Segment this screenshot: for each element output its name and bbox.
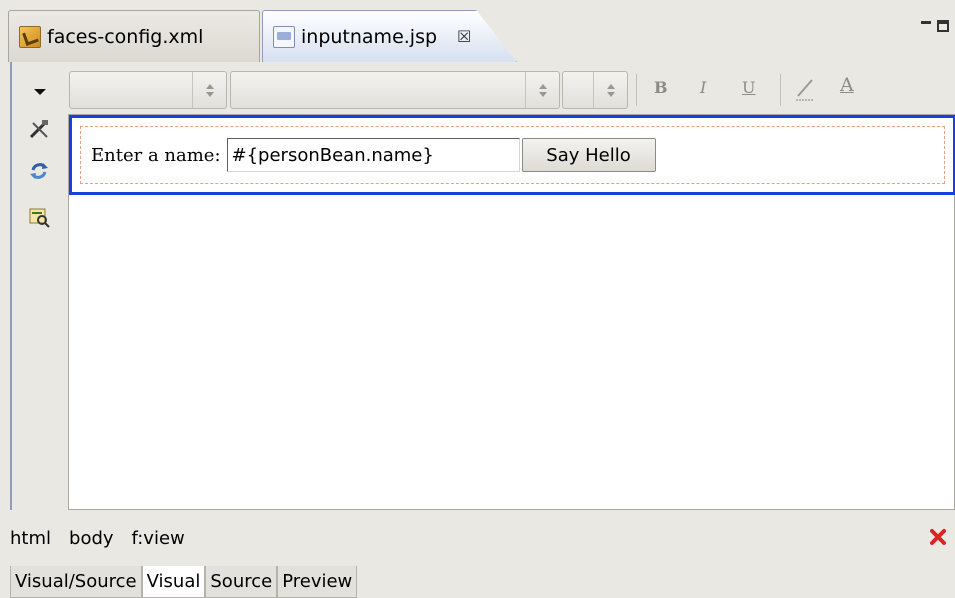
preview-page-icon[interactable] [28, 206, 50, 228]
underline-button[interactable]: U [742, 78, 755, 97]
format-toolbar: B I U A [12, 62, 955, 114]
chevron-down-icon[interactable] [34, 89, 46, 95]
tab-label: faces-config.xml [47, 25, 204, 48]
spinner-icon[interactable] [593, 72, 627, 108]
close-tab-icon[interactable]: ☒ [457, 27, 471, 46]
maximize-icon[interactable] [937, 20, 949, 32]
tools-icon[interactable] [28, 118, 50, 140]
jsp-file-icon [273, 25, 295, 48]
tab-visual[interactable]: Visual [141, 566, 206, 598]
font-family-select[interactable] [230, 71, 560, 109]
tab-inputname-jsp[interactable]: inputname.jsp ☒ [262, 10, 517, 62]
name-input[interactable] [226, 138, 520, 172]
tab-preview[interactable]: Preview [277, 566, 358, 598]
font-size-select[interactable] [562, 71, 628, 109]
tab-source[interactable]: Source [205, 566, 278, 598]
design-canvas[interactable]: Enter a name: Say Hello [68, 114, 955, 510]
breadcrumb: html body f:view [0, 510, 955, 566]
spinner-icon[interactable] [525, 72, 559, 108]
toolbar-separator [780, 74, 781, 106]
breadcrumb-item-body[interactable]: body [69, 528, 114, 549]
delete-icon[interactable] [929, 528, 947, 546]
selected-f-view-box[interactable]: Enter a name: Say Hello [69, 115, 955, 195]
editor-palette [12, 114, 68, 510]
toolbar-separator [636, 74, 637, 106]
highlight-icon[interactable] [794, 76, 816, 102]
italic-button[interactable]: I [700, 78, 706, 97]
view-mode-tabs: Visual/Source Visual Source Preview [10, 566, 358, 598]
tab-visual-source[interactable]: Visual/Source [10, 566, 142, 598]
form-container: Enter a name: Say Hello [80, 126, 945, 184]
font-color-icon[interactable]: A [840, 74, 854, 96]
paragraph-style-select[interactable] [69, 71, 227, 109]
refresh-icon[interactable] [28, 160, 50, 182]
editor-tab-bar: faces-config.xml inputname.jsp ☒ [0, 0, 955, 62]
tab-label: inputname.jsp [301, 25, 438, 48]
bold-button[interactable]: B [654, 78, 668, 97]
tab-faces-config[interactable]: faces-config.xml [8, 10, 260, 62]
breadcrumb-item-html[interactable]: html [10, 528, 51, 549]
xml-file-icon [19, 25, 41, 48]
name-label: Enter a name: [91, 144, 221, 166]
window-controls [921, 20, 949, 32]
breadcrumb-item-f-view[interactable]: f:view [132, 528, 185, 549]
say-hello-button[interactable]: Say Hello [521, 138, 656, 172]
spinner-icon[interactable] [192, 72, 226, 108]
minimize-icon[interactable] [921, 20, 931, 24]
visual-editor: B I U A Enter a name: #{personBean.name}… [10, 62, 955, 510]
